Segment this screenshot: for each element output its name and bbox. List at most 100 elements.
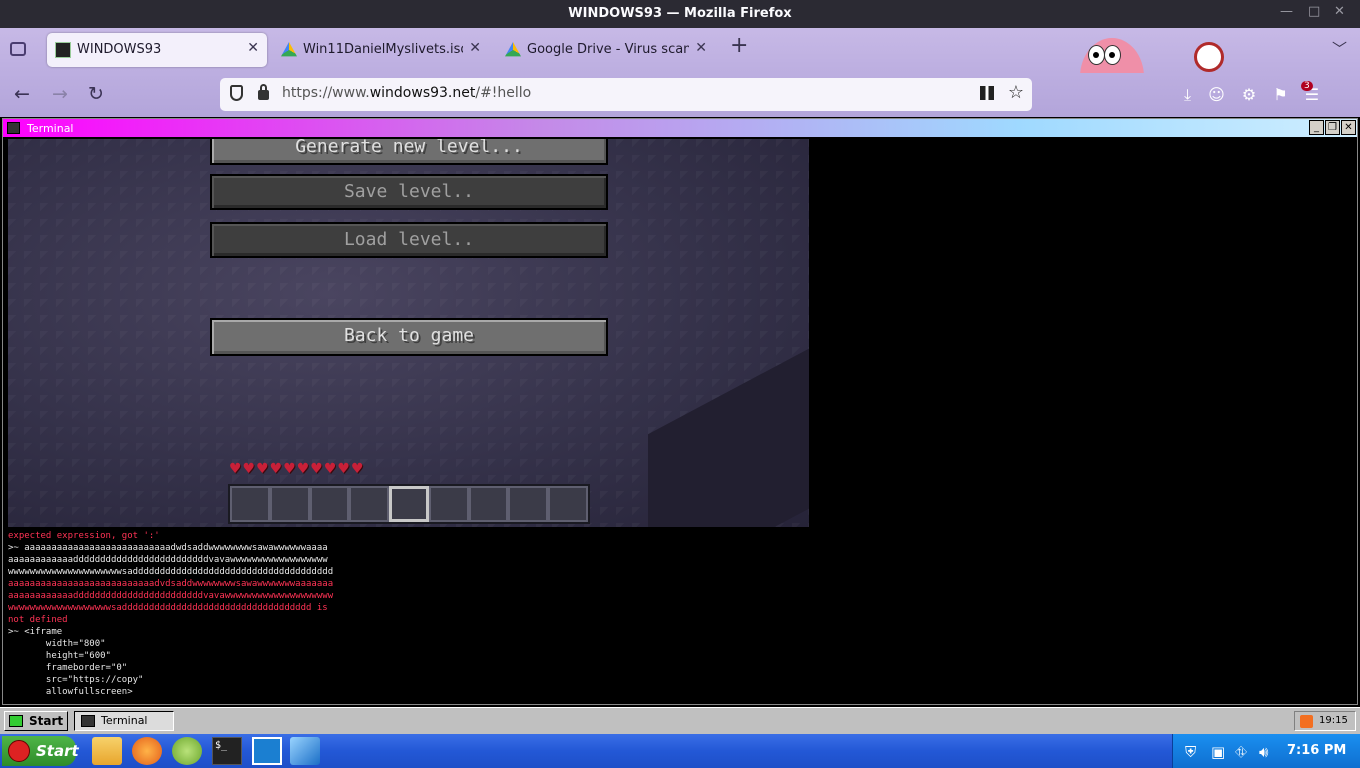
console-line: aaaaaaaaaaaaddddddddddddddddddddddddvava… (8, 591, 334, 601)
w93-taskbar: Start Terminal 19:15 (0, 707, 1360, 734)
security-shield-icon[interactable]: ⛨ (1185, 743, 1196, 761)
tab-iso-download[interactable]: Win11DanielMyslivets.iso - ✕ (273, 33, 489, 67)
theme-clock-icon (1194, 42, 1224, 72)
network-icon[interactable]: ⛗ (1235, 743, 1247, 761)
theme-eye (1104, 45, 1121, 65)
terminal-icon (7, 122, 20, 134)
tab-label: Win11DanielMyslivets.iso - (303, 42, 463, 57)
maximize-icon[interactable]: □ (1308, 4, 1320, 19)
load-level-button[interactable]: Load level.. (210, 222, 608, 258)
close-tab-icon[interactable]: ✕ (695, 40, 707, 56)
tab-label: Google Drive - Virus scan w (527, 42, 689, 57)
console-line: wwwwwwwwwwwwwwwwwwwsaddddddddddddddddddd… (8, 603, 328, 613)
url-prefix: https://www. (282, 85, 370, 101)
restore-icon[interactable]: ❐ (1325, 120, 1340, 135)
console-line: not defined (8, 615, 68, 625)
tab-windows93[interactable]: WINDOWS93 ✕ (47, 33, 267, 67)
os-system-tray: ⛨ ▣ ⛗ 🔊︎ 7:16 PM (1172, 734, 1360, 768)
clipboard-icon[interactable]: ▣ (1211, 743, 1225, 761)
terminal-titlebar[interactable]: Terminal _ ❐ ✕ (3, 119, 1357, 137)
console-line: wwwwwwwwwwwwwwwwwwwwwsaddddddddddddddddd… (8, 567, 334, 577)
generate-level-button[interactable]: Generate new level... (210, 139, 608, 165)
taskbar-item-terminal[interactable]: Terminal (74, 711, 174, 731)
back-icon[interactable]: ← (14, 83, 30, 105)
hotbar-slot[interactable] (230, 486, 270, 522)
os-start-button[interactable]: Start (2, 736, 79, 766)
theme-eye (1088, 45, 1105, 65)
windows93-favicon-icon (55, 42, 71, 58)
game-terrain (648, 343, 809, 527)
calculator-icon[interactable] (172, 737, 202, 765)
angry-bird-icon (8, 740, 30, 762)
close-tab-icon[interactable]: ✕ (469, 40, 481, 56)
lock-icon[interactable] (258, 84, 269, 100)
os-clock[interactable]: 7:16 PM (1287, 743, 1346, 758)
hotbar-slot[interactable] (349, 486, 390, 522)
hotbar-slot[interactable] (548, 486, 589, 522)
hotbar-slot[interactable] (309, 486, 350, 522)
url-text[interactable]: https://www.windows93.net/#!hello (282, 85, 531, 101)
firefox-icon[interactable] (132, 737, 162, 765)
os-taskbar: Start $_ ⛨ ▣ ⛗ 🔊︎ 7:16 PM (0, 734, 1360, 768)
w93-system-tray: 19:15 (1294, 711, 1356, 731)
console-line: >~ aaaaaaaaaaaaaaaaaaaaaaaaaaadwdsaddwww… (8, 543, 328, 553)
hotbar-slot[interactable] (269, 486, 310, 522)
hotbar-slot[interactable] (389, 486, 429, 522)
tab-label: WINDOWS93 (77, 42, 162, 57)
console-line: frameborder="0" (8, 663, 128, 673)
console-line: expected expression, got ':' (8, 531, 160, 541)
task-label: Terminal (101, 714, 148, 727)
start-label: Start (36, 742, 79, 760)
tab-strip: WINDOWS93 ✕ Win11DanielMyslivets.iso - ✕… (0, 28, 1360, 73)
close-tab-icon[interactable]: ✕ (247, 40, 259, 56)
w93-start-button[interactable]: Start (4, 711, 68, 731)
tab-list-icon[interactable] (10, 42, 26, 56)
w93-clock: 19:15 (1319, 715, 1348, 726)
hotbar[interactable] (228, 484, 590, 524)
file-manager-icon[interactable] (92, 737, 122, 765)
extension-badge: 3 (1301, 81, 1313, 91)
reload-icon[interactable]: ↻ (88, 83, 104, 105)
terminal-app-icon[interactable]: $_ (212, 737, 242, 765)
minecraft-game-viewport[interactable]: Generate new level... Save level.. Load … (8, 139, 809, 527)
tracking-shield-icon[interactable] (230, 85, 243, 101)
hotbar-slot[interactable] (468, 486, 509, 522)
minimize-icon[interactable]: — (1280, 4, 1293, 19)
screen: WINDOWS93 — Mozilla Firefox — □ ✕ WINDOW… (0, 0, 1360, 768)
close-icon[interactable]: ✕ (1341, 120, 1356, 135)
nt-app-icon[interactable] (290, 737, 320, 765)
close-icon[interactable]: ✕ (1334, 4, 1345, 19)
terminal-title: Terminal (27, 122, 74, 135)
forward-icon[interactable]: → (52, 83, 68, 105)
system-monitor-icon[interactable] (252, 737, 282, 765)
minimize-icon[interactable]: _ (1309, 120, 1324, 135)
google-drive-icon (505, 42, 521, 57)
url-domain: windows93.net (369, 85, 476, 101)
bookmark-star-icon[interactable]: ☆ (1008, 82, 1024, 103)
terminal-icon (81, 715, 95, 727)
console-line: aaaaaaaaaaaadddddddddddddddddddddddddvav… (8, 555, 328, 565)
browser-titlebar: WINDOWS93 — Mozilla Firefox — □ ✕ (0, 0, 1360, 28)
console-line: width="800" (8, 639, 106, 649)
volume-icon[interactable]: 🔊︎ (1259, 743, 1268, 761)
hotbar-slot[interactable] (428, 486, 469, 522)
console-line: height="600" (8, 651, 111, 661)
google-drive-icon (281, 42, 297, 57)
tab-google-drive[interactable]: Google Drive - Virus scan w ✕ (497, 33, 715, 67)
console-line: src="https://copy" (8, 675, 144, 685)
new-tab-button[interactable]: + (730, 33, 748, 58)
start-label: Start (29, 714, 64, 728)
console-line: allowfullscreen> (8, 687, 133, 697)
url-bar[interactable]: https://www.windows93.net/#!hello ☆ (220, 78, 1032, 111)
w93-start-icon (9, 715, 23, 727)
qr-code-icon[interactable] (980, 86, 994, 100)
navigation-bar: ← → ↻ https://www.windows93.net/#!hello … (0, 73, 1360, 117)
terminal-console-output[interactable]: expected expression, got ':' >~ aaaaaaaaa… (8, 530, 378, 698)
health-hearts: ♥♥♥♥♥♥♥♥♥♥ (229, 461, 365, 477)
chevron-down-icon[interactable]: ﹀ (1332, 38, 1347, 59)
save-level-button[interactable]: Save level.. (210, 174, 608, 210)
window-title: WINDOWS93 — Mozilla Firefox (568, 6, 792, 21)
hotbar-slot[interactable] (508, 486, 549, 522)
rss-icon[interactable] (1300, 715, 1313, 728)
back-to-game-button[interactable]: Back to game (210, 318, 608, 356)
